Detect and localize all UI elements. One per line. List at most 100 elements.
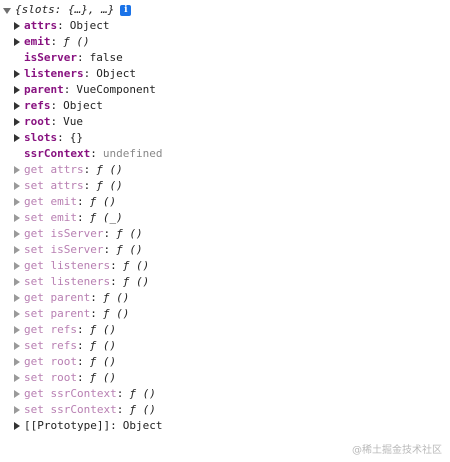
property-row[interactable]: get refs: ƒ ()	[14, 322, 162, 338]
property-key: parent	[24, 83, 64, 96]
property-row[interactable]: slots: {}	[14, 130, 162, 146]
collapse-triangle-icon[interactable]	[14, 70, 20, 78]
property-row[interactable]: set ssrContext: ƒ ()	[14, 402, 162, 418]
property-key: ssrContext	[24, 147, 91, 160]
property-row[interactable]: get root: ƒ ()	[14, 354, 162, 370]
property-row[interactable]: root: Vue	[14, 114, 162, 130]
property-row[interactable]: get listeners: ƒ ()	[14, 258, 162, 274]
property-value: Object	[69, 19, 110, 32]
property-row[interactable]: listeners: Object	[14, 66, 162, 82]
collapse-triangle-icon[interactable]	[14, 214, 20, 222]
property-value: ƒ ()	[116, 243, 143, 256]
collapse-triangle-icon[interactable]	[14, 294, 20, 302]
property-row[interactable]: refs: Object	[14, 98, 162, 114]
collapse-triangle-icon[interactable]	[14, 38, 20, 46]
key-separator: :	[116, 387, 124, 400]
property-value: ƒ ()	[122, 259, 150, 272]
property-value: false	[89, 51, 123, 64]
property-key: root	[24, 115, 51, 128]
key-separator: :	[90, 147, 97, 160]
property-row[interactable]: set attrs: ƒ ()	[14, 178, 162, 194]
property-value: ƒ ()	[122, 275, 150, 288]
collapse-triangle-icon[interactable]	[14, 422, 20, 430]
property-row[interactable]: set parent: ƒ ()	[14, 306, 162, 322]
collapse-triangle-icon[interactable]	[14, 326, 20, 334]
property-row[interactable]: set emit: ƒ (_)	[14, 210, 162, 226]
key-separator: :	[76, 211, 84, 224]
property-value: ƒ ()	[102, 307, 130, 320]
property-key: set isServer	[24, 243, 104, 256]
property-key: get emit	[24, 195, 77, 208]
property-row: isServer: false	[14, 50, 162, 66]
property-row[interactable]: set root: ƒ ()	[14, 370, 162, 386]
collapse-triangle-icon[interactable]	[14, 342, 20, 350]
property-key: set emit	[24, 211, 77, 224]
collapse-triangle-icon[interactable]	[14, 22, 20, 30]
collapse-triangle-icon[interactable]	[14, 182, 20, 190]
collapse-triangle-icon[interactable]	[14, 390, 20, 398]
property-row[interactable]: attrs: Object	[14, 18, 162, 34]
property-row[interactable]: [[Prototype]]: Object	[14, 418, 162, 434]
collapse-triangle-icon[interactable]	[14, 198, 20, 206]
collapse-triangle-icon[interactable]	[14, 230, 20, 238]
property-key: set ssrContext	[24, 403, 117, 416]
key-separator: :	[83, 67, 91, 80]
key-separator: :	[76, 355, 84, 368]
property-row[interactable]: emit: ƒ ()	[14, 34, 162, 50]
property-key: get root	[24, 355, 77, 368]
property-row[interactable]: get isServer: ƒ ()	[14, 226, 162, 242]
expand-triangle-icon[interactable]	[3, 7, 11, 14]
key-separator: :	[110, 259, 117, 272]
property-value: ƒ ()	[129, 387, 156, 400]
property-row[interactable]: set isServer: ƒ ()	[14, 242, 162, 258]
property-row[interactable]: get ssrContext: ƒ ()	[14, 386, 162, 402]
collapse-triangle-icon[interactable]	[14, 310, 20, 318]
property-row[interactable]: get parent: ƒ ()	[14, 290, 162, 306]
property-key: set root	[24, 371, 77, 384]
collapse-triangle-icon[interactable]	[14, 102, 20, 110]
property-key: get attrs	[24, 163, 84, 176]
collapse-triangle-icon[interactable]	[14, 278, 20, 286]
key-separator: :	[76, 51, 84, 64]
property-row[interactable]: parent: VueComponent	[14, 82, 162, 98]
property-value: ƒ ()	[89, 339, 117, 352]
key-separator: :	[57, 131, 64, 144]
property-row[interactable]: get attrs: ƒ ()	[14, 162, 162, 178]
collapse-triangle-icon[interactable]	[14, 134, 20, 142]
collapse-triangle-icon[interactable]	[14, 118, 20, 126]
property-key: set listeners	[24, 275, 111, 288]
key-separator: :	[90, 291, 97, 304]
property-value: Vue	[63, 115, 83, 128]
object-summary: {slots: {…}, …}	[15, 3, 115, 16]
property-key: get listeners	[24, 259, 111, 272]
property-row[interactable]: set refs: ƒ ()	[14, 338, 162, 354]
key-separator: :	[50, 99, 58, 112]
property-value: Object	[122, 419, 163, 432]
property-value: Object	[96, 67, 136, 80]
collapse-triangle-icon[interactable]	[14, 406, 20, 414]
property-value: ƒ ()	[89, 355, 117, 368]
property-key: emit	[24, 35, 51, 48]
property-key: listeners	[24, 67, 84, 80]
collapse-triangle-icon[interactable]	[14, 86, 20, 94]
collapse-triangle-icon[interactable]	[14, 166, 20, 174]
key-separator: :	[103, 243, 111, 256]
property-key: refs	[24, 99, 51, 112]
property-row[interactable]: get emit: ƒ ()	[14, 194, 162, 210]
collapse-triangle-icon[interactable]	[14, 358, 20, 366]
object-summary-row[interactable]: {slots: {…}, …} i	[3, 2, 132, 18]
property-value: VueComponent	[76, 83, 156, 96]
property-row[interactable]: set listeners: ƒ ()	[14, 274, 162, 290]
key-separator: :	[63, 83, 71, 96]
property-value: ƒ ()	[129, 403, 156, 416]
property-row: ssrContext: undefined	[14, 146, 162, 162]
key-separator: :	[83, 163, 91, 176]
key-separator: :	[83, 179, 91, 192]
property-value: undefined	[102, 147, 163, 160]
collapse-triangle-icon[interactable]	[14, 246, 20, 254]
info-icon[interactable]: i	[120, 4, 132, 16]
property-value: ƒ ()	[63, 35, 90, 48]
collapse-triangle-icon[interactable]	[14, 262, 20, 270]
key-separator: :	[110, 419, 117, 432]
collapse-triangle-icon[interactable]	[14, 374, 20, 382]
